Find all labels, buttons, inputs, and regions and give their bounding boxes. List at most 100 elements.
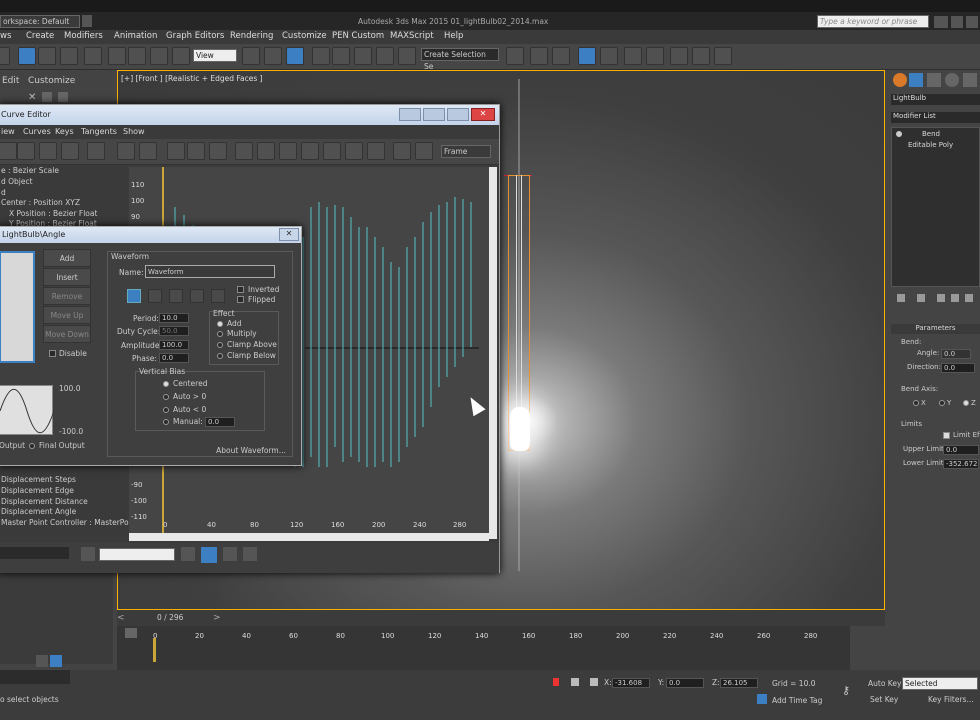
search-input[interactable]: Type a keyword or phrase — [817, 15, 929, 28]
light-bulb[interactable] — [510, 407, 530, 451]
direction-field[interactable]: 0.0 — [941, 363, 975, 373]
scale-keys-icon[interactable] — [61, 142, 79, 160]
tree-item[interactable]: d Object — [1, 177, 33, 186]
pin-stack-icon[interactable] — [897, 294, 905, 302]
remove-modifier-icon[interactable] — [951, 294, 959, 302]
triangle-wave-icon[interactable] — [169, 289, 183, 303]
motion-tab-icon[interactable] — [945, 73, 959, 87]
tree-item[interactable]: Displacement Angle — [1, 507, 76, 516]
effect-multiply-radio[interactable] — [217, 331, 223, 337]
timeline[interactable]: 0 20 40 60 80 100 120 140 160 180 200 22… — [117, 626, 850, 670]
configure-modifier-sets-icon[interactable] — [965, 294, 973, 302]
remove-button[interactable]: Remove — [43, 287, 91, 305]
axis-z-radio[interactable] — [963, 400, 969, 406]
add-button[interactable]: Add — [43, 249, 91, 267]
about-waveform-button[interactable]: About Waveform... — [215, 442, 287, 460]
close-icon[interactable]: ✕ — [28, 92, 36, 103]
move-up-button[interactable]: Move Up — [43, 306, 91, 324]
maximize-icon[interactable] — [447, 108, 469, 121]
bias-manual-field[interactable]: 0.0 — [205, 417, 235, 427]
amplitude-field[interactable]: 100.0 — [159, 340, 189, 350]
z-coordinate-field[interactable]: 26.105 — [720, 678, 758, 688]
zoom-horizontal-icon[interactable] — [117, 142, 135, 160]
tree-item[interactable]: d — [1, 188, 6, 197]
search-icon[interactable] — [934, 16, 948, 28]
move-down-button[interactable]: Move Down — [43, 325, 91, 343]
workspace-dropdown-icon[interactable] — [82, 15, 92, 27]
frame-horizontal-icon[interactable] — [181, 547, 195, 561]
ce-menu-tangents[interactable]: Tangents — [81, 127, 117, 136]
menu-help[interactable]: Help — [444, 31, 463, 41]
axis-x-radio[interactable] — [913, 400, 919, 406]
named-selection-combo[interactable]: Create Selection Se — [421, 48, 499, 71]
tree-item[interactable]: Displacement Steps — [1, 475, 76, 484]
set-key-button[interactable]: Set Key — [870, 695, 898, 704]
tree-item[interactable]: Displacement Distance — [1, 497, 88, 506]
track-bar-icon[interactable] — [125, 628, 137, 638]
create-tab-icon[interactable] — [893, 73, 907, 87]
filters-icon[interactable] — [0, 142, 17, 160]
tangent-spline-icon[interactable] — [257, 142, 275, 160]
tree-item[interactable]: Master Point Controller : MasterPoin — [1, 518, 135, 527]
close-icon[interactable]: ✕ — [471, 108, 495, 121]
object-name-field[interactable]: LightBulb — [891, 94, 980, 105]
stack-item-editable-poly[interactable]: Editable Poly — [908, 141, 953, 149]
tree-item[interactable]: Center : Position XYZ — [1, 198, 80, 207]
pivot-center-icon[interactable] — [242, 47, 260, 65]
insert-button[interactable]: Insert — [43, 268, 91, 286]
schematic-view-icon[interactable] — [600, 47, 618, 65]
render-production-icon[interactable] — [692, 47, 710, 65]
key-icon[interactable]: ⚷ — [842, 684, 850, 697]
menu-rendering[interactable]: Rendering — [230, 31, 273, 41]
menu-pen-custom[interactable]: PEN Custom — [332, 31, 384, 41]
half-sine-wave-icon[interactable] — [211, 289, 225, 303]
menu-animation[interactable]: Animation — [114, 31, 157, 41]
hierarchy-tab-icon[interactable] — [927, 73, 941, 87]
angle-field[interactable]: 0.0 — [941, 349, 971, 359]
spinner-snap-icon[interactable] — [376, 47, 394, 65]
reference-coordinate-combo[interactable]: View — [193, 49, 237, 62]
graph-vertical-scrollbar[interactable] — [489, 167, 497, 539]
layers-icon[interactable] — [36, 655, 48, 667]
curve-editor-icon[interactable] — [578, 47, 596, 65]
name-field[interactable]: Waveform — [145, 265, 275, 278]
help-icon[interactable] — [951, 16, 963, 28]
auto-key-button[interactable]: Auto Key — [868, 679, 901, 688]
bias-auto-negative-radio[interactable] — [163, 407, 169, 413]
material-editor-icon[interactable] — [624, 47, 642, 65]
menu-customize[interactable]: Customize — [282, 31, 327, 41]
add-time-tag-button[interactable]: Add Time Tag — [772, 696, 822, 705]
percent-snap-icon[interactable] — [354, 47, 372, 65]
tangent-slow-icon[interactable] — [301, 142, 319, 160]
effect-clamp-below-radio[interactable] — [217, 353, 223, 359]
minimize-icon[interactable] — [423, 108, 445, 121]
axis-y-radio[interactable] — [939, 400, 945, 406]
absolute-mode-icon[interactable] — [590, 678, 598, 686]
sawtooth-wave-icon[interactable] — [190, 289, 204, 303]
render-iterative-icon[interactable] — [714, 47, 732, 65]
tangent-step-icon[interactable] — [323, 142, 341, 160]
bias-auto-positive-radio[interactable] — [163, 394, 169, 400]
display-tab-icon[interactable] — [963, 73, 977, 87]
lower-limit-field[interactable]: -352.672 — [943, 459, 979, 469]
rendered-frame-window-icon[interactable] — [670, 47, 688, 65]
time-slider-bar[interactable]: < 0 / 296 > — [117, 610, 885, 626]
left-menu-edit[interactable]: Edit — [2, 76, 19, 86]
keyboard-shortcut-override-icon[interactable] — [286, 47, 304, 65]
rectangle-selection-icon[interactable] — [60, 47, 78, 65]
select-object-icon[interactable] — [18, 47, 36, 65]
ce-menu-show[interactable]: Show — [123, 127, 145, 136]
time-slider-next[interactable]: > — [213, 613, 221, 623]
flipped-checkbox[interactable] — [237, 296, 244, 303]
time-slider-prev[interactable]: < — [117, 613, 125, 623]
effect-clamp-above-radio[interactable] — [217, 342, 223, 348]
snaps-toggle-icon[interactable] — [312, 47, 330, 65]
x-coordinate-field[interactable]: -31.608 — [612, 678, 650, 688]
menu-maxscript[interactable]: MAXScript — [390, 31, 434, 41]
upper-limit-field[interactable]: 0.0 — [943, 445, 979, 455]
frame-value-icon[interactable] — [201, 547, 217, 563]
zoom-vertical-icon[interactable] — [139, 142, 157, 160]
modifier-list-combo[interactable]: Modifier List — [891, 112, 980, 123]
light-bulb-icon[interactable] — [896, 131, 902, 137]
y-coordinate-field[interactable]: 0.0 — [666, 678, 704, 688]
